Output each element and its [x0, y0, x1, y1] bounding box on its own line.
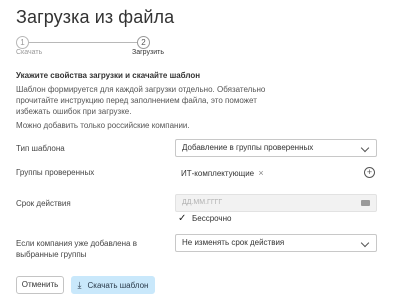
existing-company-select[interactable]: Не изменять срок действия: [175, 234, 377, 252]
checkmark-icon: ✓: [178, 213, 187, 224]
chevron-down-icon: [360, 143, 370, 153]
step-1-label: Скачать: [16, 49, 43, 56]
section-heading: Укажите свойства загрузки и скачайте шаб…: [16, 71, 201, 80]
page-title: Загрузка из файла: [16, 7, 175, 27]
date-input[interactable]: ДД.ММ.ГГГГ: [175, 194, 377, 212]
existing-company-value: Не изменять срок действия: [182, 238, 285, 247]
step-1-circle: 1: [16, 36, 29, 49]
indefinite-checkbox[interactable]: ✓ Бессрочно: [178, 213, 231, 225]
template-type-value: Добавление в группы проверенных: [182, 143, 314, 152]
indefinite-label: Бессрочно: [192, 214, 232, 223]
tag-remove-icon[interactable]: ×: [258, 168, 263, 178]
russian-companies-note: Можно добавить только российские компани…: [16, 121, 190, 130]
stepper-line: [28, 42, 144, 43]
instructions-text: Шаблон формируется для каждой загрузки о…: [16, 85, 266, 116]
plus-circle-icon[interactable]: +: [364, 167, 375, 178]
groups-field[interactable]: ИТ-комплектующие × +: [175, 164, 377, 182]
template-type-select[interactable]: Добавление в группы проверенных: [175, 139, 377, 157]
step-2-label: Загрузить: [132, 49, 164, 56]
validity-label: Срок действия: [16, 199, 71, 208]
step-2-circle: 2: [137, 36, 150, 49]
cancel-button[interactable]: Отменить: [16, 276, 64, 294]
date-placeholder: ДД.ММ.ГГГГ: [182, 199, 223, 206]
calendar-icon: [361, 200, 370, 206]
template-type-label: Тип шаблона: [16, 144, 65, 153]
group-tag: ИТ-комплектующие: [181, 169, 255, 178]
stepper: 1 Скачать 2 Загрузить: [16, 34, 166, 58]
download-label: Скачать шаблон: [87, 281, 149, 290]
download-template-button[interactable]: ⤓ Скачать шаблон: [71, 276, 155, 294]
chevron-down-icon: [360, 238, 370, 248]
groups-label: Группы проверенных: [16, 168, 95, 177]
download-icon: ⤓: [77, 280, 82, 290]
existing-company-label: Если компания уже добавлена в выбранные …: [16, 239, 137, 259]
